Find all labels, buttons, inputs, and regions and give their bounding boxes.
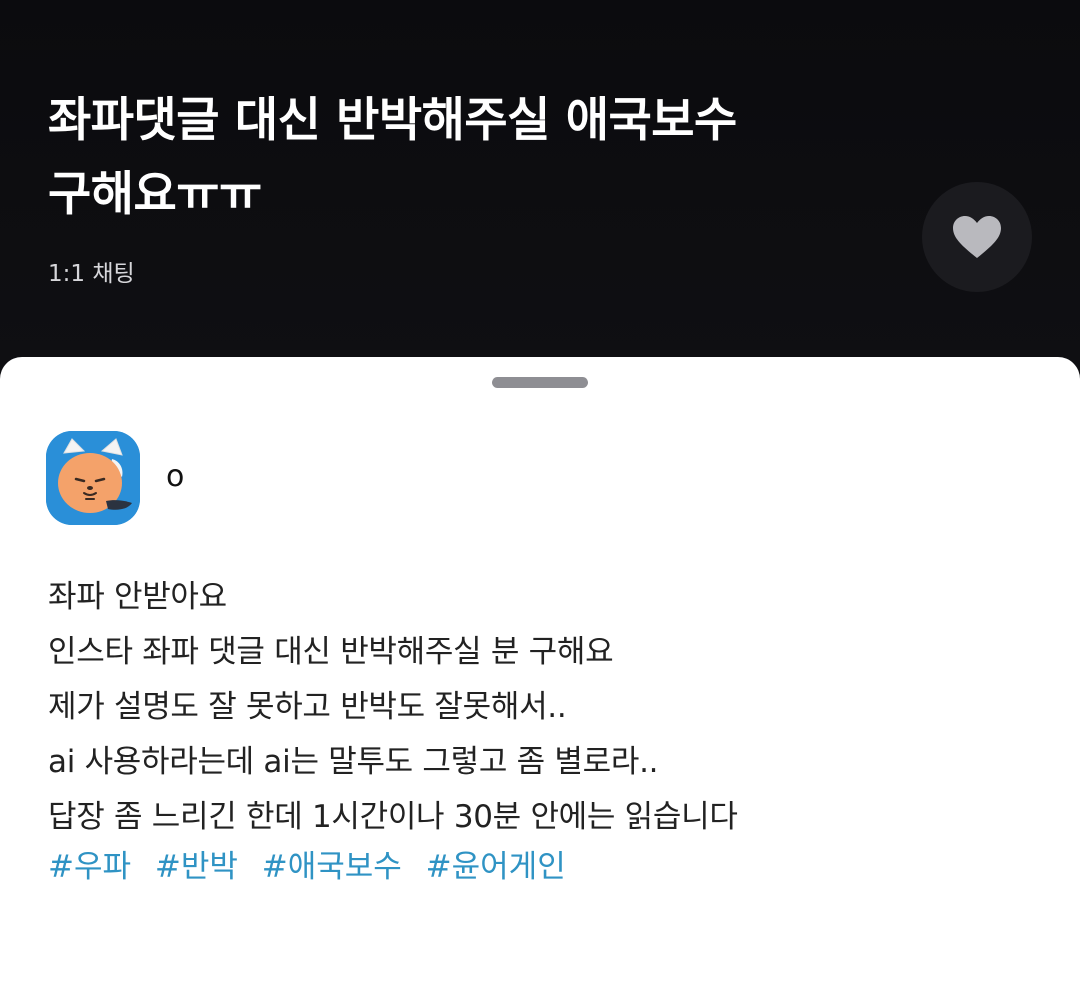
chat-room-detail-screen: 좌파댓글 대신 반박해주실 애국보수 구해요ㅠㅠ 1:1 채팅 o 좌파 안받아… <box>0 0 1080 1006</box>
post-body-line: 제가 설명도 잘 못하고 반박도 잘못해서.. <box>48 689 567 725</box>
post-body-line: 인스타 좌파 댓글 대신 반박해주실 분 구해요 <box>48 634 614 670</box>
like-button[interactable] <box>922 182 1032 292</box>
cat-character-avatar-icon <box>46 431 140 525</box>
chat-type-label: 1:1 채팅 <box>48 261 135 287</box>
avatar[interactable] <box>46 431 140 525</box>
post-body-line: ai 사용하라는데 ai는 말투도 그렇고 좀 별로라.. <box>48 744 659 780</box>
chat-room-title: 좌파댓글 대신 반박해주실 애국보수 구해요ㅠㅠ <box>48 84 908 232</box>
hashtag-list: #우파 #반박 #애국보수 #윤어게인 <box>48 847 580 887</box>
post-author-name[interactable]: o <box>166 459 184 495</box>
chat-room-title-line-1: 좌파댓글 대신 반박해주실 애국보수 <box>48 93 737 148</box>
hashtag-link[interactable]: #반박 <box>155 849 238 885</box>
sheet-drag-handle[interactable] <box>492 377 588 388</box>
hashtag-link[interactable]: #우파 <box>48 849 131 885</box>
post-bottom-sheet: o 좌파 안받아요 인스타 좌파 댓글 대신 반박해주실 분 구해요 제가 설명… <box>0 357 1080 1006</box>
chat-room-title-line-2: 구해요ㅠㅠ <box>48 167 262 222</box>
heart-icon <box>953 216 1001 258</box>
post-body-line: 좌파 안받아요 <box>48 579 227 615</box>
hashtag-link[interactable]: #윤어게인 <box>426 849 566 885</box>
post-body-line: 답장 좀 느리긴 한데 1시간이나 30분 안에는 읽습니다 <box>48 799 738 835</box>
post-body: 좌파 안받아요 인스타 좌파 댓글 대신 반박해주실 분 구해요 제가 설명도 … <box>48 570 1038 845</box>
chat-room-header: 좌파댓글 대신 반박해주실 애국보수 구해요ㅠㅠ 1:1 채팅 <box>0 0 1080 360</box>
hashtag-link[interactable]: #애국보수 <box>262 849 402 885</box>
